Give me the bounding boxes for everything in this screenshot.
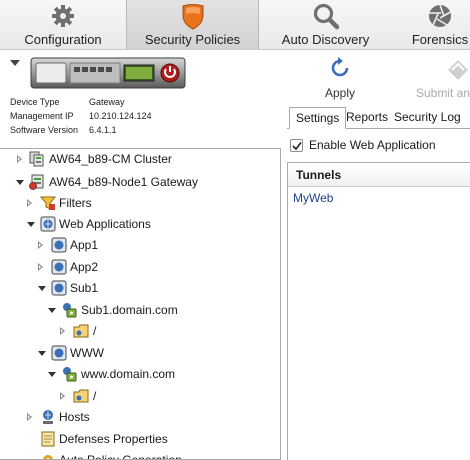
tab-auto-discovery-label: Auto Discovery: [281, 32, 370, 47]
application-icon: [51, 345, 67, 361]
tree-node-label: WWW: [70, 346, 104, 360]
tab-configuration-label: Configuration: [24, 32, 102, 47]
tab-forensics-label: Forensics: [411, 32, 469, 47]
tab-security-policies[interactable]: Security Policies: [126, 0, 259, 50]
funnel-icon: [40, 196, 56, 210]
expand-arrow-icon[interactable]: [60, 327, 65, 335]
magnifier-icon: [313, 3, 339, 30]
tree-node-label: AW64_b89-Node1 Gateway: [49, 175, 198, 189]
device-info-key: Software Version: [10, 125, 79, 135]
tab-forensics[interactable]: Forensics: [392, 0, 470, 50]
host-icon: [63, 303, 77, 318]
device-info-key: Management IP: [10, 111, 74, 121]
collapse-arrow-icon[interactable]: [48, 308, 56, 313]
tab-auto-discovery[interactable]: Auto Discovery: [259, 0, 392, 50]
table-row[interactable]: MyWeb: [293, 191, 333, 205]
enable-web-application-label[interactable]: Enable Web Application: [309, 138, 436, 152]
device-info-value: 10.210.124.124: [89, 111, 152, 121]
tree-node-label: www.domain.com: [81, 367, 176, 381]
tab-security-policies-label: Security Policies: [144, 32, 241, 47]
cluster-icon: [29, 151, 44, 167]
refresh-icon[interactable]: [328, 56, 352, 80]
tree-node-label: Sub1: [70, 281, 99, 295]
gear-icon: [43, 455, 53, 459]
submit-icon: [448, 60, 468, 80]
collapse-arrow-icon[interactable]: [38, 286, 46, 291]
tab-security-log[interactable]: Security Log: [388, 107, 467, 129]
expand-arrow-icon[interactable]: [27, 199, 32, 207]
tree-node-label: /: [93, 389, 97, 403]
checkmark-icon: [292, 142, 302, 151]
expand-arrow-icon[interactable]: [27, 413, 32, 421]
tunnels-column-header[interactable]: Tunnels: [288, 163, 470, 187]
application-icon: [51, 237, 67, 253]
device-collapse-arrow-icon[interactable]: [10, 60, 20, 66]
apply-label[interactable]: Apply: [298, 86, 382, 100]
enable-web-application-checkbox[interactable]: [290, 139, 303, 152]
tree-node-label: Auto Policy Generation: [59, 453, 182, 460]
tree-node-label: Web Applications: [59, 217, 151, 231]
device-info-value: Gateway: [89, 97, 125, 107]
web-applications-icon: [40, 216, 56, 232]
folder-icon: [73, 389, 89, 403]
aperture-icon: [429, 4, 451, 27]
submit-label: Submit and: [416, 86, 470, 100]
expand-arrow-icon[interactable]: [60, 392, 65, 400]
document-icon: [41, 431, 55, 447]
tree-node-label: App1: [70, 238, 99, 252]
tree-node-label: Defenses Properties: [59, 432, 168, 446]
ribbon-toolbar: Configuration Security Policies Auto Dis…: [0, 0, 470, 50]
gateway-icon: [29, 174, 44, 190]
gateway-appliance-icon: [30, 57, 186, 89]
expand-arrow-icon[interactable]: [38, 263, 43, 271]
gear-icon: [52, 5, 74, 27]
collapse-arrow-icon[interactable]: [16, 180, 24, 185]
tab-configuration[interactable]: Configuration: [0, 0, 126, 50]
tree-node-label: Filters: [59, 196, 92, 210]
tree-node-label: App2: [70, 260, 99, 274]
expand-arrow-icon[interactable]: [38, 241, 43, 249]
tree-node-label: Hosts: [59, 410, 90, 424]
application-icon: [51, 280, 67, 296]
application-icon: [51, 259, 67, 275]
hosts-icon: [43, 410, 53, 424]
tree-node-label: /: [93, 324, 97, 338]
collapse-arrow-icon[interactable]: [38, 351, 46, 356]
device-tree: AW64_b89-CM Cluster AW64_b89-Node1 Gatew…: [0, 148, 281, 460]
shield-icon: [182, 4, 203, 30]
tab-settings[interactable]: Settings: [289, 107, 347, 129]
collapse-arrow-icon[interactable]: [48, 372, 56, 377]
device-info-key: Device Type: [10, 97, 60, 107]
tree-node-label: Sub1.domain.com: [81, 303, 178, 317]
tunnels-grid: Tunnels MyWeb: [287, 162, 470, 460]
tree-node-label: AW64_b89-CM Cluster: [49, 152, 172, 166]
device-info-value: 6.4.1.1: [89, 125, 117, 135]
host-icon: [63, 367, 77, 382]
collapse-arrow-icon[interactable]: [27, 222, 35, 227]
folder-icon: [73, 324, 89, 338]
tab-reports[interactable]: Reports: [340, 107, 394, 129]
expand-arrow-icon[interactable]: [17, 155, 22, 163]
